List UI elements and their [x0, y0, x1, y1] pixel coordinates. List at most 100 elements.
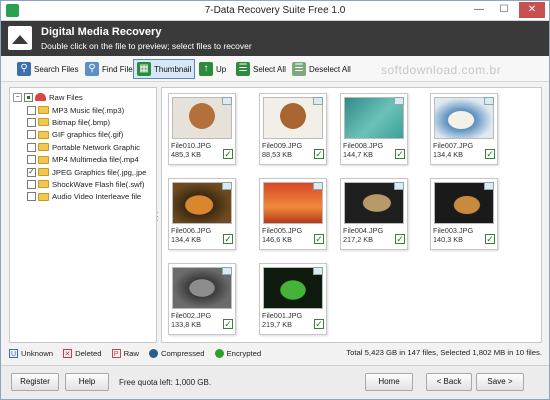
register-button[interactable]: Register: [11, 373, 59, 391]
image-type-icon: [222, 267, 232, 275]
select-all-button[interactable]: ☰ Select All: [232, 59, 290, 79]
tree-root-raw-files[interactable]: − Raw Files: [13, 91, 83, 103]
back-button[interactable]: < Back: [426, 373, 472, 391]
search-files-label: Search Files: [34, 64, 79, 74]
select-all-label: Select All: [253, 64, 286, 74]
legend-unknown: U Unknown: [9, 348, 53, 358]
status-legend: U Unknown ✕ Deleted P Raw Compressed Encryp…: [9, 346, 542, 360]
file-size: 144,7 KB: [343, 150, 374, 159]
tree-item-checkbox[interactable]: [27, 105, 36, 115]
raw-files-icon: [35, 93, 46, 101]
encrypted-icon: [214, 348, 224, 358]
image-type-icon: [394, 97, 404, 105]
tree-item-label: Portable Network Graphic: [52, 142, 141, 152]
tree-item[interactable]: JPEG Graphics file(.jpg,.jpe: [27, 166, 146, 178]
file-thumbnail-item[interactable]: File009.JPG 88,53 KB ✓: [259, 93, 327, 165]
home-button[interactable]: Home: [365, 373, 413, 391]
file-select-checkbox[interactable]: ✓: [485, 149, 495, 159]
file-select-checkbox[interactable]: ✓: [395, 234, 405, 244]
file-size: 134,4 KB: [171, 235, 202, 244]
file-select-checkbox[interactable]: ✓: [485, 234, 495, 244]
file-size: 217,2 KB: [343, 235, 374, 244]
file-select-checkbox[interactable]: ✓: [314, 234, 324, 244]
compressed-icon: [148, 348, 158, 358]
thumbnail-button[interactable]: ▦ Thumbnail: [133, 59, 196, 79]
file-name: File005.JPG: [262, 226, 303, 235]
deselect-all-icon: ☰: [292, 62, 306, 76]
file-thumbnail-item[interactable]: File001.JPG 219,7 KB ✓: [259, 263, 327, 335]
tree-item[interactable]: Audio Video Interleave file: [27, 191, 141, 203]
unknown-icon: U: [9, 348, 18, 358]
image-type-icon: [313, 97, 323, 105]
folder-icon: [38, 130, 49, 139]
tree-item[interactable]: Bitmap file(.bmp): [27, 116, 110, 128]
file-size: 133,8 KB: [171, 320, 202, 329]
root-checkbox[interactable]: [24, 92, 33, 102]
file-size: 485,3 KB: [171, 150, 202, 159]
file-name: File004.JPG: [343, 226, 384, 235]
file-select-checkbox[interactable]: ✓: [223, 319, 233, 329]
tree-item-checkbox[interactable]: [27, 117, 36, 127]
file-select-checkbox[interactable]: ✓: [314, 149, 324, 159]
file-name: File009.JPG: [262, 141, 303, 150]
maximize-button[interactable]: ☐: [493, 2, 515, 18]
thumbnail-grid: File010.JPG 485,3 KB ✓ File009.JPG 88,53 KB ✓…: [161, 87, 542, 343]
file-size: 219,7 KB: [262, 320, 293, 329]
find-file-button[interactable]: ⚲ Find File: [81, 59, 137, 79]
tree-item[interactable]: MP3 Music file(.mp3): [27, 104, 124, 116]
file-thumbnail-item[interactable]: File003.JPG 140,3 KB ✓: [430, 178, 498, 250]
tree-root-label: Raw Files: [49, 92, 83, 102]
folder-icon: [38, 192, 49, 201]
file-thumbnail-item[interactable]: File008.JPG 144,7 KB ✓: [340, 93, 408, 165]
tree-item-label: ShockWave Flash file(.swf): [52, 179, 145, 189]
deselect-all-button[interactable]: ☰ Deselect All: [288, 59, 355, 79]
minimize-button[interactable]: —: [468, 2, 490, 18]
tree-item[interactable]: Portable Network Graphic: [27, 141, 140, 153]
file-name: File002.JPG: [171, 311, 212, 320]
file-thumbnail-item[interactable]: File005.JPG 146,6 KB ✓: [259, 178, 327, 250]
tree-item-checkbox[interactable]: [27, 179, 36, 189]
search-files-button[interactable]: ⚲ Search Files: [13, 59, 82, 79]
file-thumbnail-item[interactable]: File006.JPG 134,4 KB ✓: [168, 178, 236, 250]
up-button[interactable]: ↑ Up: [195, 59, 230, 79]
save-button[interactable]: Save >: [476, 373, 524, 391]
page-title: Digital Media Recovery: [41, 26, 162, 38]
file-name: File001.JPG: [262, 311, 303, 320]
file-name: File008.JPG: [343, 141, 384, 150]
legend-encrypted-label: Encrypted: [226, 348, 262, 358]
image-type-icon: [394, 182, 404, 190]
file-size: 88,53 KB: [262, 150, 293, 159]
select-all-icon: ☰: [236, 62, 250, 76]
file-thumbnail-item[interactable]: File004.JPG 217,2 KB ✓: [340, 178, 408, 250]
tree-item-checkbox[interactable]: [27, 142, 36, 152]
file-select-checkbox[interactable]: ✓: [395, 149, 405, 159]
app-window: 7-Data Recovery Suite Free 1.0 — ☐ ✕ Dig…: [0, 0, 550, 400]
file-thumbnail-item[interactable]: File007.JPG 134,4 KB ✓: [430, 93, 498, 165]
tree-item-checkbox[interactable]: [27, 167, 36, 177]
file-thumbnail-item[interactable]: File002.JPG 133,8 KB ✓: [168, 263, 236, 335]
tree-item-checkbox[interactable]: [27, 192, 36, 202]
file-thumbnail-item[interactable]: File010.JPG 485,3 KB ✓: [168, 93, 236, 165]
tree-item-label: Bitmap file(.bmp): [52, 117, 111, 127]
help-button[interactable]: Help: [65, 373, 109, 391]
file-select-checkbox[interactable]: ✓: [314, 319, 324, 329]
tree-item-label: GIF graphics file(.gif): [52, 130, 124, 140]
find-file-icon: ⚲: [85, 62, 99, 76]
close-button[interactable]: ✕: [519, 2, 545, 18]
folder-icon: [38, 180, 49, 189]
tree-item-checkbox[interactable]: [27, 130, 36, 140]
file-size: 146,6 KB: [262, 235, 293, 244]
tree-item[interactable]: ShockWave Flash file(.swf): [27, 178, 144, 190]
tree-item-label: Audio Video Interleave file: [52, 192, 142, 202]
pane-splitter-handle[interactable]: · · ·: [156, 209, 159, 225]
tree-item[interactable]: MP4 Multimedia file(.mp4: [27, 154, 139, 166]
tree-item[interactable]: GIF graphics file(.gif): [27, 129, 123, 141]
tree-item-checkbox[interactable]: [27, 155, 36, 165]
file-select-checkbox[interactable]: ✓: [223, 149, 233, 159]
file-select-checkbox[interactable]: ✓: [223, 234, 233, 244]
deselect-all-label: Deselect All: [309, 64, 351, 74]
up-arrow-icon: ↑: [199, 62, 213, 76]
image-type-icon: [484, 182, 494, 190]
file-name: File003.JPG: [433, 226, 474, 235]
collapse-icon[interactable]: −: [13, 92, 22, 102]
